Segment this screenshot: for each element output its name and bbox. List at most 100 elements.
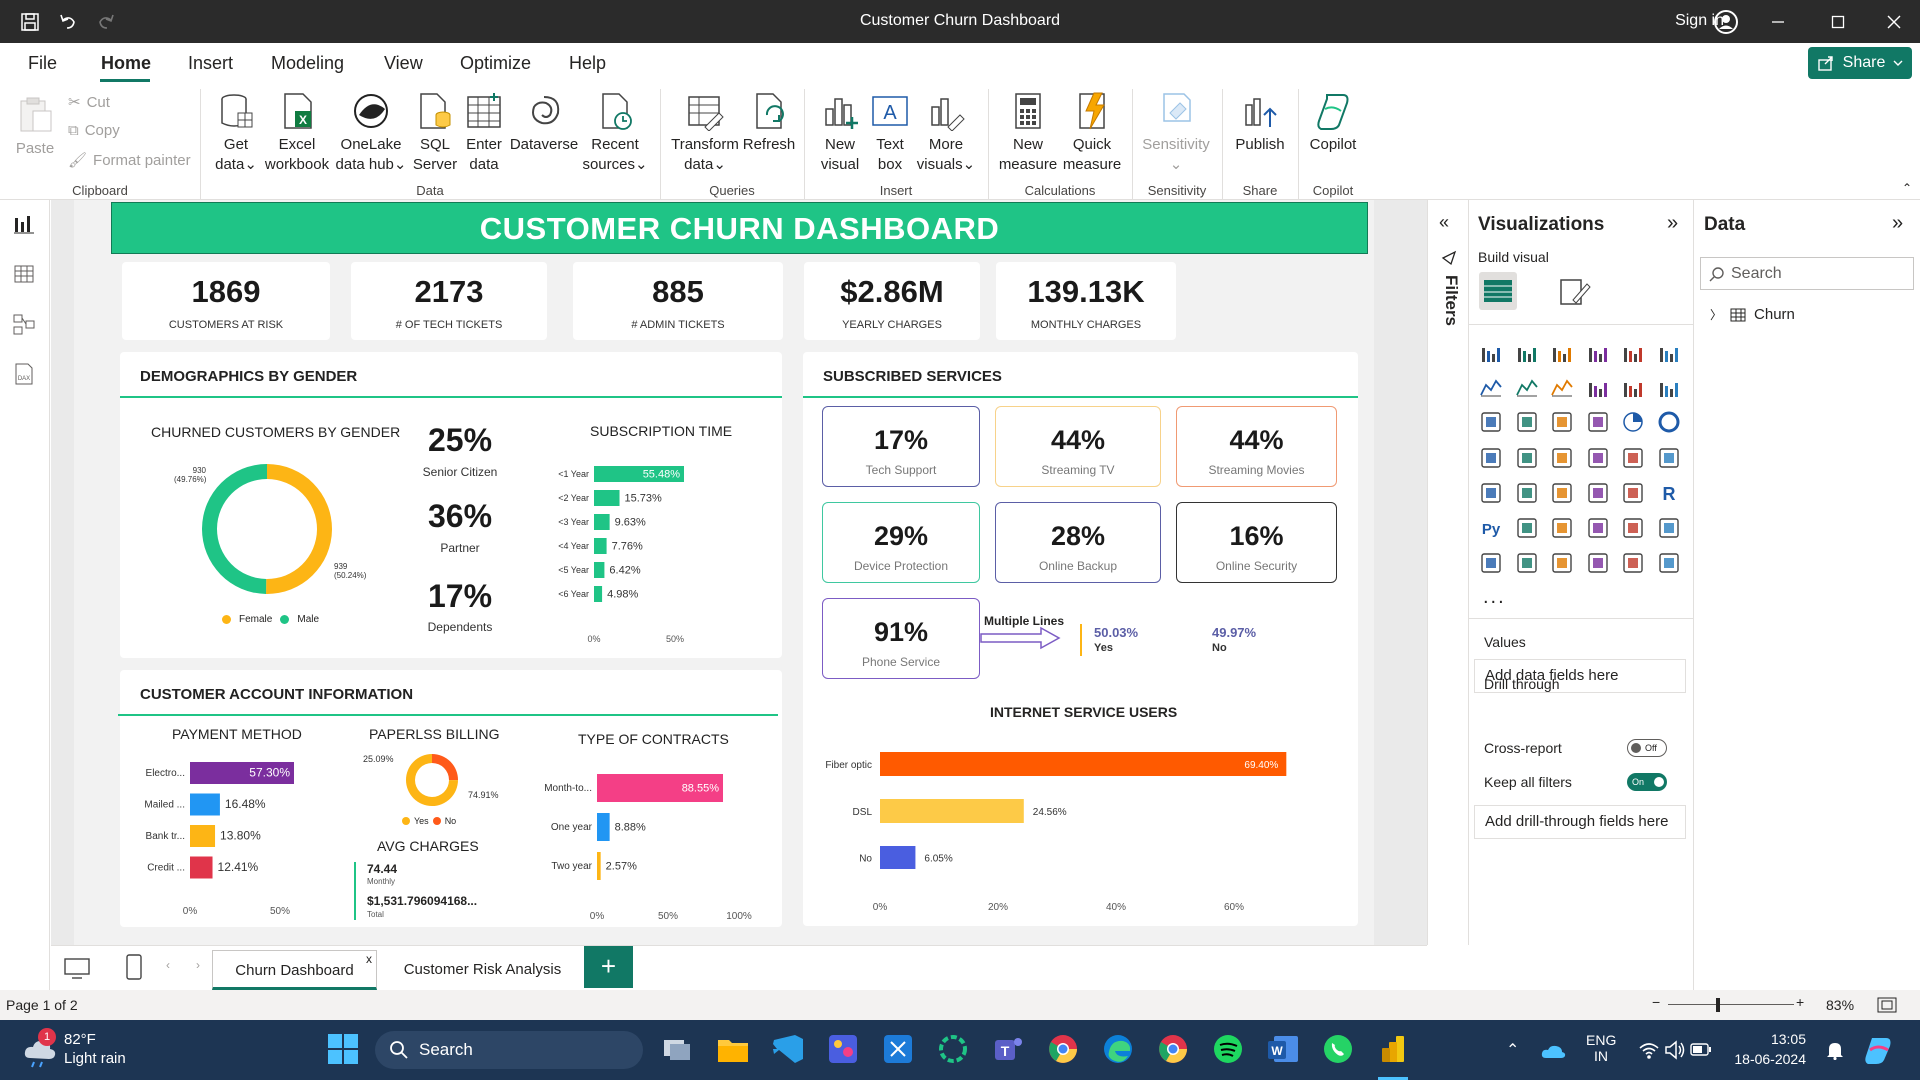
tab-view[interactable]: View: [384, 53, 423, 74]
snipping-tool-icon[interactable]: [881, 1032, 915, 1066]
diamond-app-visual-icon[interactable]: [1621, 551, 1645, 575]
page-tab-customer-risk[interactable]: Customer Risk Analysis: [385, 950, 580, 990]
treemap-visual-icon[interactable]: [1479, 446, 1503, 470]
copilot-button[interactable]: Copilot: [1304, 91, 1362, 155]
word-icon[interactable]: W: [1266, 1032, 1300, 1066]
narrative-visual-icon[interactable]: [1621, 516, 1645, 540]
page-tab-churn-dashboard[interactable]: Churn Dashboard x: [212, 950, 377, 990]
collapse-chevron-icon[interactable]: »: [1667, 212, 1678, 235]
recent-sources-button[interactable]: Recent sources⌄: [582, 91, 648, 175]
desktop-layout-icon[interactable]: [64, 958, 90, 980]
chrome-profile-icon[interactable]: [1156, 1032, 1190, 1066]
windows-start-icon[interactable]: [326, 1032, 360, 1066]
prev-page-icon[interactable]: ‹: [166, 958, 170, 972]
collapse-ribbon-icon[interactable]: ⌃: [1902, 181, 1912, 195]
sensitivity-button[interactable]: Sensitivity ⌄: [1136, 91, 1216, 175]
tab-modeling[interactable]: Modeling: [271, 53, 344, 74]
volume-icon[interactable]: [1664, 1040, 1686, 1060]
area-visual-icon[interactable]: [1515, 375, 1539, 399]
account-icon[interactable]: [1712, 8, 1740, 36]
file-explorer-icon[interactable]: [716, 1032, 750, 1066]
power-apps-visual-icon[interactable]: [1515, 551, 1539, 575]
expand-chevron-icon[interactable]: «: [1439, 212, 1449, 233]
format-painter-button[interactable]: 🖌 Format painter: [68, 151, 191, 170]
clock-time[interactable]: 13:05: [1736, 1031, 1806, 1047]
app-ring-icon[interactable]: [936, 1032, 970, 1066]
more-visuals-ellipsis[interactable]: ...: [1483, 586, 1506, 609]
donut-visual-icon[interactable]: [1657, 410, 1681, 434]
cut-button[interactable]: ✂ Cut: [68, 93, 110, 112]
line-visual-icon[interactable]: [1479, 375, 1503, 399]
data-search-input[interactable]: Search: [1700, 257, 1914, 290]
paginated-visual-icon[interactable]: [1479, 551, 1503, 575]
vscode-icon[interactable]: [771, 1032, 805, 1066]
mobile-layout-icon[interactable]: [126, 954, 142, 980]
ribbon-visual-icon[interactable]: [1586, 375, 1610, 399]
chevron-app-visual-icon[interactable]: [1657, 551, 1681, 575]
contract-type-chart[interactable]: Month-to... 88.55% One year 8.88% Two year 2.…: [530, 760, 780, 922]
chrome-icon[interactable]: [1046, 1032, 1080, 1066]
stacked-bar-visual-icon[interactable]: [1479, 340, 1503, 364]
key-influencers-visual-icon[interactable]: [1515, 516, 1539, 540]
zoom-slider-thumb[interactable]: [1716, 998, 1720, 1012]
add-drill-through-well[interactable]: Add drill-through fields here: [1474, 805, 1686, 839]
kpi-card-yearly-charges[interactable]: $2.86M YEARLY CHARGES: [804, 262, 980, 340]
add-page-button[interactable]: +: [584, 946, 633, 988]
add-data-fields-well[interactable]: Add data fields here: [1474, 659, 1686, 693]
service-card-tech-support[interactable]: 17% Tech Support: [822, 406, 980, 487]
tab-optimize[interactable]: Optimize: [460, 53, 531, 74]
decomposition-visual-icon[interactable]: [1550, 516, 1574, 540]
teams-icon[interactable]: T: [991, 1032, 1025, 1066]
new-visual-button[interactable]: New visual: [812, 91, 868, 175]
tab-help[interactable]: Help: [569, 53, 606, 74]
close-icon[interactable]: [1882, 10, 1906, 34]
publish-button[interactable]: Publish: [1228, 91, 1292, 155]
dataverse-button[interactable]: Dataverse: [508, 91, 580, 155]
onelake-button[interactable]: OneLake data hub⌄: [332, 91, 410, 175]
copilot-taskbar-icon[interactable]: [1862, 1034, 1894, 1066]
matrix-visual-icon[interactable]: [1621, 481, 1645, 505]
r-script-visual-icon[interactable]: R: [1657, 481, 1681, 505]
payment-method-chart[interactable]: Electro... 57.30% Mailed ... 16.48% Bank tr.…: [130, 758, 350, 918]
wifi-icon[interactable]: [1638, 1040, 1660, 1060]
waterfall-visual-icon[interactable]: [1621, 375, 1645, 399]
100-column-visual-icon[interactable]: [1657, 340, 1681, 364]
kpi-card-admin-tickets[interactable]: 885 # ADMIN TICKETS: [573, 262, 783, 340]
enter-data-button[interactable]: Enter data: [462, 91, 506, 175]
map-visual-icon[interactable]: [1515, 446, 1539, 470]
service-card-streaming-movies[interactable]: 44% Streaming Movies: [1176, 406, 1337, 487]
task-view-icon[interactable]: [660, 1032, 694, 1066]
shape-map-visual-icon[interactable]: [1550, 446, 1574, 470]
stacked-column-visual-icon[interactable]: [1515, 340, 1539, 364]
clustered-bar-visual-icon[interactable]: [1550, 340, 1574, 364]
service-card-online-security[interactable]: 16% Online Security: [1176, 502, 1337, 583]
keep-filters-toggle[interactable]: On: [1627, 773, 1667, 791]
fit-to-page-icon[interactable]: [1877, 997, 1897, 1013]
edge-icon[interactable]: [1101, 1032, 1135, 1066]
transform-data-button[interactable]: Transform data⌄: [668, 91, 742, 175]
gender-donut-chart[interactable]: [202, 464, 332, 594]
kpi-visual-icon[interactable]: [1515, 481, 1539, 505]
model-view-icon[interactable]: [12, 312, 38, 338]
show-hidden-icons[interactable]: ⌃: [1506, 1040, 1519, 1060]
pie-visual-icon[interactable]: [1621, 410, 1645, 434]
service-card-online-backup[interactable]: 28% Online Backup: [995, 502, 1161, 583]
line-column-visual-icon[interactable]: [1657, 375, 1681, 399]
multi-card-visual-icon[interactable]: [1479, 481, 1503, 505]
tab-insert[interactable]: Insert: [188, 53, 233, 74]
kpi-card-customers-at-risk[interactable]: 1869 CUSTOMERS AT RISK: [122, 262, 330, 340]
funnel-visual-icon[interactable]: [1515, 410, 1539, 434]
excel-workbook-button[interactable]: X Excel workbook: [262, 91, 332, 175]
internet-service-chart[interactable]: Fiber optic 69.40% DSL 24.56% No 6.05% 0% 20% 40…: [808, 740, 1353, 920]
table-churn-item[interactable]: 〉 Churn: [1710, 306, 1795, 323]
new-measure-button[interactable]: New measure: [996, 91, 1060, 175]
quick-measure-button[interactable]: Quick measure: [1060, 91, 1124, 175]
100-bar-visual-icon[interactable]: [1621, 340, 1645, 364]
report-view-icon[interactable]: [12, 212, 38, 238]
sql-server-button[interactable]: SQL Server: [410, 91, 460, 175]
card-visual-icon[interactable]: [1657, 446, 1681, 470]
metrics-visual-icon[interactable]: [1657, 516, 1681, 540]
format-visual-icon[interactable]: [1557, 274, 1591, 308]
get-data-button[interactable]: Get data⌄: [208, 91, 264, 175]
collapse-chevron-icon[interactable]: »: [1892, 212, 1903, 235]
